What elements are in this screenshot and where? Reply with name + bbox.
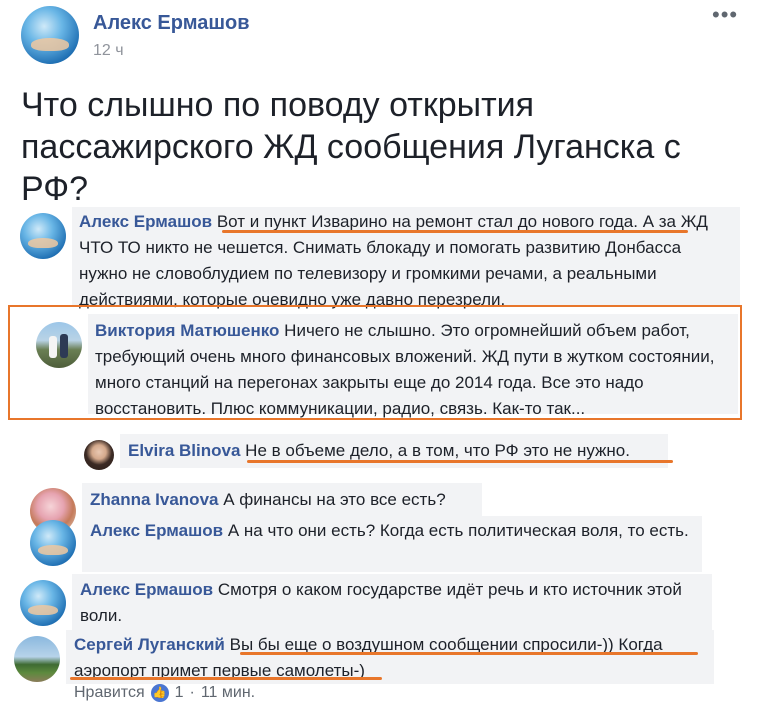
comment-body: А на что они есть? Когда есть политическ… — [227, 521, 689, 540]
comment-author[interactable]: Алекс Ермашов — [90, 521, 223, 540]
comment-text: Алекс Ермашов А на что они есть? Когда е… — [90, 518, 690, 544]
comment-actions: Нравится 👍 1 · 11 мин. — [74, 684, 255, 702]
comment-body: Не в объеме дело, а в том, что РФ это не… — [245, 441, 630, 460]
highlight-underline — [247, 460, 673, 463]
author-avatar[interactable] — [21, 6, 79, 64]
post-author[interactable]: Алекс Ермашов — [93, 12, 250, 35]
comment-author[interactable]: Сергей Луганский — [74, 635, 225, 654]
commenter-avatar[interactable] — [20, 213, 66, 259]
comment-author[interactable]: Алекс Ермашов — [79, 212, 212, 231]
comment-author[interactable]: Алекс Ермашов — [80, 580, 213, 599]
comment-text: Алекс Ермашов Вот и пункт Изварино на ре… — [79, 209, 729, 313]
commenter-avatar[interactable] — [84, 440, 114, 470]
comment-body: А финансы на это все есть? — [223, 490, 446, 509]
comment-author[interactable]: Elvira Blinova — [128, 441, 240, 460]
comment-time[interactable]: 11 мин. — [201, 684, 255, 702]
comment-author[interactable]: Zhanna Ivanova — [90, 490, 218, 509]
like-count[interactable]: 1 — [175, 684, 184, 702]
commenter-avatar[interactable] — [30, 520, 76, 566]
comment-text: Zhanna Ivanova А финансы на это все есть… — [90, 487, 490, 513]
highlight-box — [8, 305, 742, 420]
highlight-underline — [70, 677, 382, 680]
separator: · — [189, 684, 195, 701]
post-time[interactable]: 12 ч — [93, 42, 124, 60]
highlight-underline — [240, 652, 698, 655]
like-link[interactable]: Нравится — [74, 684, 145, 702]
like-icon: 👍 — [150, 684, 169, 702]
post-title: Что слышно по поводу открытия пассажирск… — [21, 86, 681, 208]
commenter-avatar[interactable] — [14, 636, 60, 682]
commenter-avatar[interactable] — [20, 580, 66, 626]
more-options-icon[interactable]: ••• — [712, 4, 737, 26]
highlight-underline — [222, 230, 688, 233]
comment-text: Алекс Ермашов Смотря о каком государстве… — [80, 577, 700, 629]
